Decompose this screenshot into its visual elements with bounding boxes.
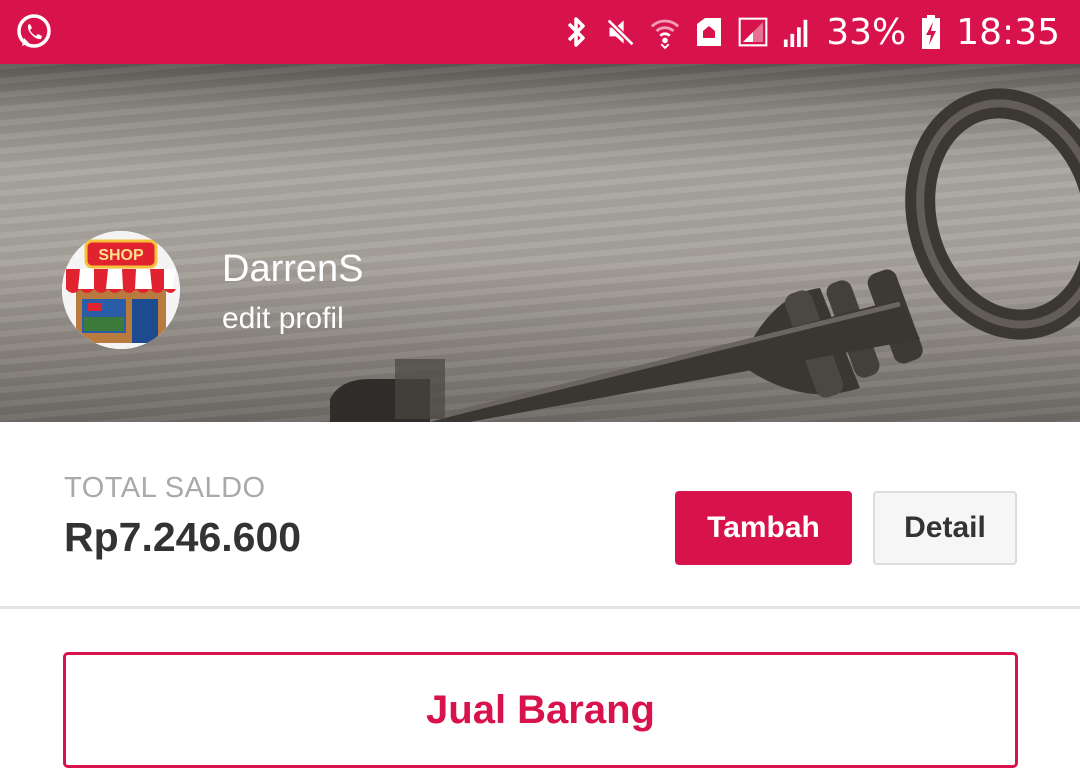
bluetooth-icon (562, 14, 592, 50)
status-icons: 33% 18:35 (562, 0, 1060, 64)
wifi-icon (650, 14, 680, 50)
whatsapp-icon (14, 12, 54, 52)
svg-text:SHOP: SHOP (98, 247, 144, 264)
shop-storefront-icon: SHOP (62, 231, 180, 349)
home-icon (694, 14, 724, 50)
signal-icon (782, 14, 812, 50)
avatar[interactable]: SHOP (62, 231, 180, 349)
status-bar: 33% 18:35 (0, 0, 1080, 64)
clock: 18:35 (956, 11, 1060, 53)
total-saldo-label: TOTAL SALDO (64, 472, 266, 504)
key-illustration (330, 88, 1080, 422)
battery-charging-icon (920, 14, 942, 50)
tambah-button[interactable]: Tambah (675, 491, 852, 565)
total-saldo-value: Rp7.246.600 (64, 514, 302, 560)
profile-header: SHOP DarrenS edit profil (0, 64, 1080, 422)
mute-icon (606, 14, 636, 50)
detail-button[interactable]: Detail (873, 491, 1017, 565)
jual-barang-button[interactable]: Jual Barang (63, 652, 1018, 768)
edit-profile-link[interactable]: edit profil (222, 302, 344, 336)
battery-percent: 33% (826, 11, 907, 53)
divider (0, 606, 1080, 609)
signal-sim1-icon (738, 14, 768, 50)
profile-name: DarrenS (222, 248, 364, 290)
